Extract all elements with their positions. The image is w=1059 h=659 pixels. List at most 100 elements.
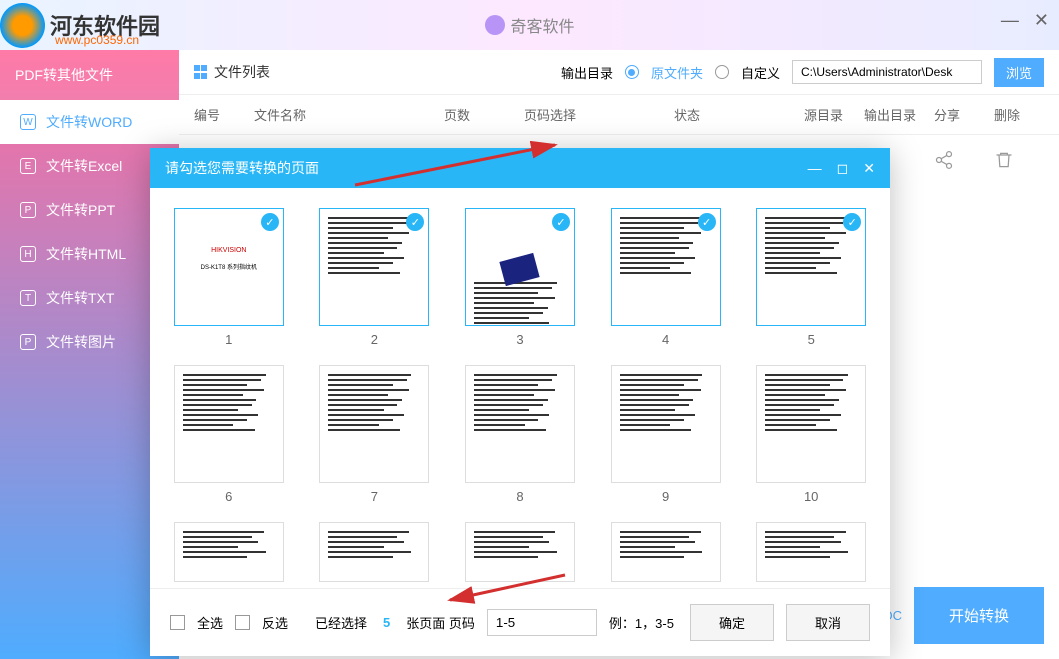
thumbnail-item[interactable]	[316, 522, 434, 582]
dialog-minimize-icon[interactable]: —	[808, 160, 822, 177]
thumbnail-item[interactable]	[170, 522, 288, 582]
sidebar-item-label: 文件转HTML	[46, 244, 126, 264]
output-label: 输出目录	[561, 63, 613, 82]
thumbnail-item[interactable]: ✓4	[607, 208, 725, 347]
browse-button[interactable]: 浏览	[994, 58, 1044, 87]
thumbnail-item[interactable]: 7	[316, 365, 434, 504]
checkbox-invert[interactable]	[235, 615, 250, 630]
radio-custom[interactable]	[715, 65, 729, 79]
invert-label: 反选	[262, 613, 288, 632]
sidebar-item-word[interactable]: W 文件转WORD	[0, 100, 179, 144]
word-icon: W	[20, 114, 36, 130]
thumbnail-item[interactable]: ✓3	[461, 208, 579, 347]
row-share[interactable]	[934, 150, 994, 173]
close-icon[interactable]: ✕	[1034, 10, 1049, 31]
thumbnail-item[interactable]	[461, 522, 579, 582]
share-icon	[934, 150, 954, 170]
html-icon: H	[20, 246, 36, 262]
brand: 奇客软件	[484, 13, 574, 37]
row-delete[interactable]	[994, 150, 1044, 173]
grid-icon	[194, 65, 208, 79]
thumbnail-number: 2	[371, 332, 378, 347]
page-thumbnail: ✓HIKVISIONDS-K1T8 系列指纹机	[174, 208, 284, 326]
check-icon: ✓	[261, 213, 279, 231]
brand-text: 奇客软件	[510, 13, 574, 37]
thumbnail-item[interactable]: 6	[170, 365, 288, 504]
page-thumbnail	[319, 522, 429, 582]
page-thumbnail: ✓	[319, 208, 429, 326]
output-path-input[interactable]	[792, 60, 982, 84]
col-share: 分享	[934, 105, 994, 124]
watermark-url: www.pc0359.cn	[55, 33, 139, 47]
thumbnail-number: 3	[516, 332, 523, 347]
col-page-select: 页码选择	[524, 105, 674, 124]
tab-file-list[interactable]: 文件列表	[194, 62, 270, 82]
trash-icon	[994, 150, 1014, 170]
sidebar-item-label: 文件转图片	[46, 332, 116, 352]
thumbnail-number: 7	[371, 489, 378, 504]
dialog-body: ✓HIKVISIONDS-K1T8 系列指纹机1✓2✓3✓4✓5678910	[150, 188, 890, 588]
thumbnail-item[interactable]: 9	[607, 365, 725, 504]
ppt-icon: P	[20, 202, 36, 218]
sidebar-item-label: 文件转TXT	[46, 288, 114, 308]
thumbnail-item[interactable]: 8	[461, 365, 579, 504]
check-icon: ✓	[843, 213, 861, 231]
thumbnail-item[interactable]	[607, 522, 725, 582]
thumbnail-number: 10	[804, 489, 818, 504]
thumbnail-number: 5	[808, 332, 815, 347]
check-icon: ✓	[552, 213, 570, 231]
page-thumbnail: ✓	[611, 208, 721, 326]
page-thumbnail	[174, 365, 284, 483]
sidebar-item-label: 文件转PPT	[46, 200, 115, 220]
page-range-input[interactable]	[487, 609, 597, 636]
dialog-maximize-icon[interactable]: ◻	[837, 160, 849, 177]
page-select-dialog: 请勾选您需要转换的页面 — ◻ ✕ ✓HIKVISIONDS-K1T8 系列指纹…	[150, 148, 890, 656]
dialog-window-controls: — ◻ ✕	[808, 160, 875, 177]
page-thumbnail	[611, 365, 721, 483]
thumbnail-item[interactable]: ✓HIKVISIONDS-K1T8 系列指纹机 1	[170, 208, 288, 347]
start-convert-button[interactable]: 开始转换	[914, 587, 1044, 644]
sidebar-category-header: PDF转其他文件	[0, 50, 179, 100]
pages-label: 张页面 页码	[406, 613, 475, 632]
brand-icon	[484, 15, 504, 35]
col-number: 编号	[194, 105, 254, 124]
tab-label: 文件列表	[214, 62, 270, 82]
col-status: 状态	[674, 105, 804, 124]
selected-count: 5	[383, 615, 390, 630]
radio-label-source: 原文件夹	[651, 63, 703, 82]
page-thumbnail	[174, 522, 284, 582]
toolbar: 文件列表 输出目录 原文件夹 自定义 浏览	[179, 50, 1059, 95]
sidebar-item-label: 文件转Excel	[46, 156, 122, 176]
thumbnail-number: 8	[516, 489, 523, 504]
ok-button[interactable]: 确定	[690, 604, 774, 641]
thumbnail-item[interactable]: 10	[752, 365, 870, 504]
cancel-button[interactable]: 取消	[786, 604, 870, 641]
sidebar-item-label: 文件转WORD	[46, 112, 132, 132]
page-thumbnail	[756, 522, 866, 582]
col-pages: 页数	[444, 105, 524, 124]
watermark-logo-icon	[0, 3, 45, 48]
check-icon: ✓	[698, 213, 716, 231]
thumbnail-item[interactable]: ✓5	[752, 208, 870, 347]
page-thumbnail	[611, 522, 721, 582]
output-controls: 输出目录 原文件夹 自定义 浏览	[561, 58, 1044, 87]
image-icon: P	[20, 334, 36, 350]
dialog-titlebar: 请勾选您需要转换的页面 — ◻ ✕	[150, 148, 890, 188]
thumbnail-number: 1	[225, 332, 232, 347]
txt-icon: T	[20, 290, 36, 306]
minimize-icon[interactable]: —	[1001, 10, 1019, 31]
thumbnail-number: 9	[662, 489, 669, 504]
thumbnail-item[interactable]: ✓2	[316, 208, 434, 347]
watermark: 河东软件园 www.pc0359.cn	[0, 0, 200, 55]
radio-source-folder[interactable]	[625, 65, 639, 79]
check-icon: ✓	[406, 213, 424, 231]
dialog-close-icon[interactable]: ✕	[863, 160, 875, 177]
page-thumbnail: ✓	[756, 208, 866, 326]
col-filename: 文件名称	[254, 105, 444, 124]
thumbnail-item[interactable]	[752, 522, 870, 582]
thumbnail-number: 4	[662, 332, 669, 347]
col-source: 源目录	[804, 105, 864, 124]
thumbnail-grid: ✓HIKVISIONDS-K1T8 系列指纹机1✓2✓3✓4✓5678910	[170, 208, 870, 582]
selected-label: 已经选择	[315, 613, 367, 632]
checkbox-select-all[interactable]	[170, 615, 185, 630]
